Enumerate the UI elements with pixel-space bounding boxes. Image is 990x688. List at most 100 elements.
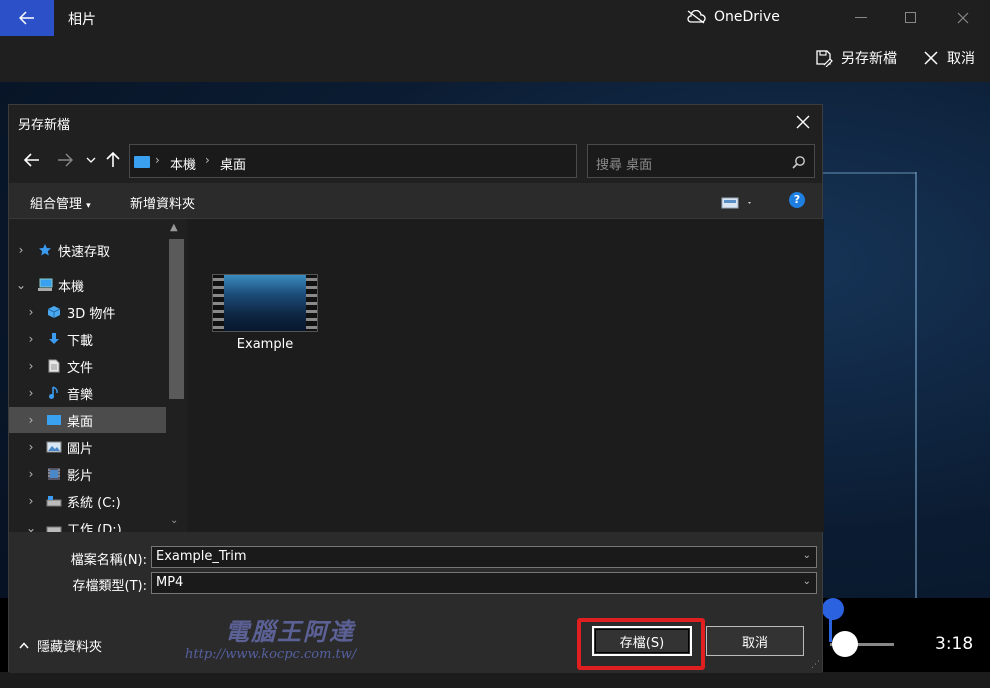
window-close-button[interactable]: [940, 0, 986, 36]
hide-folders-button[interactable]: 隱藏資料夾: [19, 636, 102, 655]
resize-grip-icon[interactable]: ⋰: [811, 660, 820, 670]
up-button[interactable]: [102, 149, 124, 171]
organize-button[interactable]: 組合管理 ▾: [30, 193, 91, 212]
playhead-thumb[interactable]: [832, 631, 858, 657]
view-icon: [721, 197, 751, 209]
forward-button[interactable]: [54, 149, 76, 171]
file-name: Example: [236, 337, 294, 352]
scrollbar-thumb[interactable]: [169, 239, 184, 399]
close-icon: [796, 115, 810, 129]
filename-label: 檔案名稱(N):: [70, 553, 147, 568]
close-icon: [924, 51, 938, 65]
pictures-icon: [46, 439, 62, 455]
chevron-right-icon[interactable]: ›: [25, 359, 37, 373]
search-icon: [792, 154, 806, 173]
chevron-right-icon[interactable]: ›: [25, 386, 37, 400]
cancel-button[interactable]: 取消: [706, 626, 804, 656]
dialog-close-button[interactable]: [788, 107, 818, 137]
organize-label: 組合管理: [30, 197, 83, 212]
help-icon[interactable]: ?: [789, 192, 805, 208]
maximize-icon: [905, 12, 916, 23]
filetype-select[interactable]: MP4 ⌄: [151, 572, 817, 594]
nav-item-quick-access[interactable]: › 快速存取: [9, 237, 166, 263]
arrow-left-icon: [24, 153, 39, 167]
chevron-right-icon[interactable]: ›: [25, 305, 37, 319]
computer-icon: [37, 277, 53, 293]
videos-icon: [46, 466, 62, 482]
back-button[interactable]: [0, 0, 54, 36]
chevron-right-icon[interactable]: ›: [25, 440, 37, 454]
back-button[interactable]: [21, 149, 43, 171]
scroll-down-arrow-icon[interactable]: ⌄: [170, 515, 178, 526]
toolbar-cancel-label: 取消: [947, 51, 975, 67]
save-button[interactable]: 存檔(S): [592, 626, 692, 656]
scroll-up-arrow-icon[interactable]: ▲: [170, 222, 178, 233]
desktop-icon: [134, 156, 150, 168]
nav-item-label: 桌面: [67, 414, 94, 430]
video-light-beam: [915, 172, 917, 602]
trim-handle[interactable]: [822, 598, 844, 620]
nav-item-label: 圖片: [67, 441, 94, 457]
close-icon: [957, 12, 969, 24]
file-item[interactable]: Example: [211, 274, 319, 352]
view-options-button[interactable]: [721, 194, 753, 213]
nav-item-drive-c[interactable]: › 系統 (C:): [9, 488, 166, 514]
save-as-button[interactable]: 另存新檔: [815, 48, 897, 68]
chevron-right-icon[interactable]: ›: [15, 243, 27, 257]
save-form: 檔案名稱(N): Example_Trim ⌄ 存檔類型(T): MP4 ⌄ 隱…: [9, 532, 822, 673]
nav-item-3d-objects[interactable]: › 3D 物件: [9, 299, 166, 325]
nav-pane-scrollbar[interactable]: ▲ ⌄: [166, 219, 187, 532]
nav-item-documents[interactable]: › 文件: [9, 353, 166, 379]
nav-item-downloads[interactable]: › 下載: [9, 326, 166, 352]
minimize-button[interactable]: [838, 0, 884, 36]
new-folder-button[interactable]: 新增資料夾: [130, 193, 195, 212]
star-icon: [37, 242, 53, 258]
document-icon: [46, 358, 62, 374]
save-as-label: 另存新檔: [841, 51, 897, 67]
nav-item-desktop[interactable]: › 桌面: [9, 407, 166, 433]
onedrive-status[interactable]: OneDrive: [686, 9, 780, 25]
desktop-icon: [46, 412, 62, 428]
film-perforation: [306, 275, 317, 331]
filetype-label: 存檔類型(T):: [72, 579, 147, 594]
filetype-value: MP4: [156, 575, 184, 590]
download-icon: [46, 331, 62, 347]
search-input[interactable]: 搜尋 桌面: [587, 144, 815, 178]
nav-item-pictures[interactable]: › 圖片: [9, 434, 166, 460]
chevron-down-icon[interactable]: ⌄: [15, 278, 27, 292]
nav-item-videos[interactable]: › 影片: [9, 461, 166, 487]
chevron-right-icon[interactable]: ›: [25, 332, 37, 346]
chevron-down-icon[interactable]: ⌄: [25, 521, 37, 532]
app-toolbar: 另存新檔 取消: [0, 36, 990, 82]
filename-field[interactable]: Example_Trim ⌄: [151, 546, 817, 568]
file-list: Example: [187, 219, 824, 532]
chevron-up-icon: [19, 642, 29, 649]
chevron-right-icon[interactable]: ›: [25, 467, 37, 481]
toolbar-cancel-button[interactable]: 取消: [923, 48, 975, 68]
recent-locations-button[interactable]: [80, 149, 102, 171]
cloud-offline-icon: [687, 10, 706, 24]
breadcrumb-separator: ›: [205, 153, 210, 167]
onedrive-label: OneDrive: [714, 9, 780, 25]
video-thumbnail-image: [224, 275, 308, 331]
chevron-down-icon[interactable]: ⌄: [803, 550, 811, 561]
dialog-titlebar: 另存新檔: [9, 105, 822, 139]
hide-folders-label: 隱藏資料夾: [37, 640, 103, 655]
drive-icon: [46, 493, 62, 509]
breadcrumb-this-pc[interactable]: 本機: [170, 154, 196, 173]
watermark-url: http://www.kocpc.com.tw/: [185, 647, 357, 662]
dialog-title: 另存新檔: [18, 118, 71, 133]
app-titlebar: 相片 OneDrive: [0, 0, 990, 36]
nav-item-drive-d[interactable]: ⌄ 工作 (D:): [9, 515, 166, 532]
maximize-button[interactable]: [888, 0, 934, 36]
chevron-down-icon[interactable]: ⌄: [803, 576, 811, 587]
nav-item-label: 影片: [67, 468, 94, 484]
address-bar[interactable]: › 本機 › 桌面: [129, 144, 684, 178]
breadcrumb-separator: ›: [155, 153, 160, 167]
chevron-right-icon[interactable]: ›: [25, 494, 37, 508]
nav-item-this-pc[interactable]: ⌄ 本機: [9, 272, 166, 298]
chevron-right-icon[interactable]: ›: [25, 413, 37, 427]
nav-item-label: 快速存取: [58, 244, 111, 260]
nav-item-music[interactable]: › 音樂: [9, 380, 166, 406]
breadcrumb-desktop[interactable]: 桌面: [220, 154, 246, 173]
